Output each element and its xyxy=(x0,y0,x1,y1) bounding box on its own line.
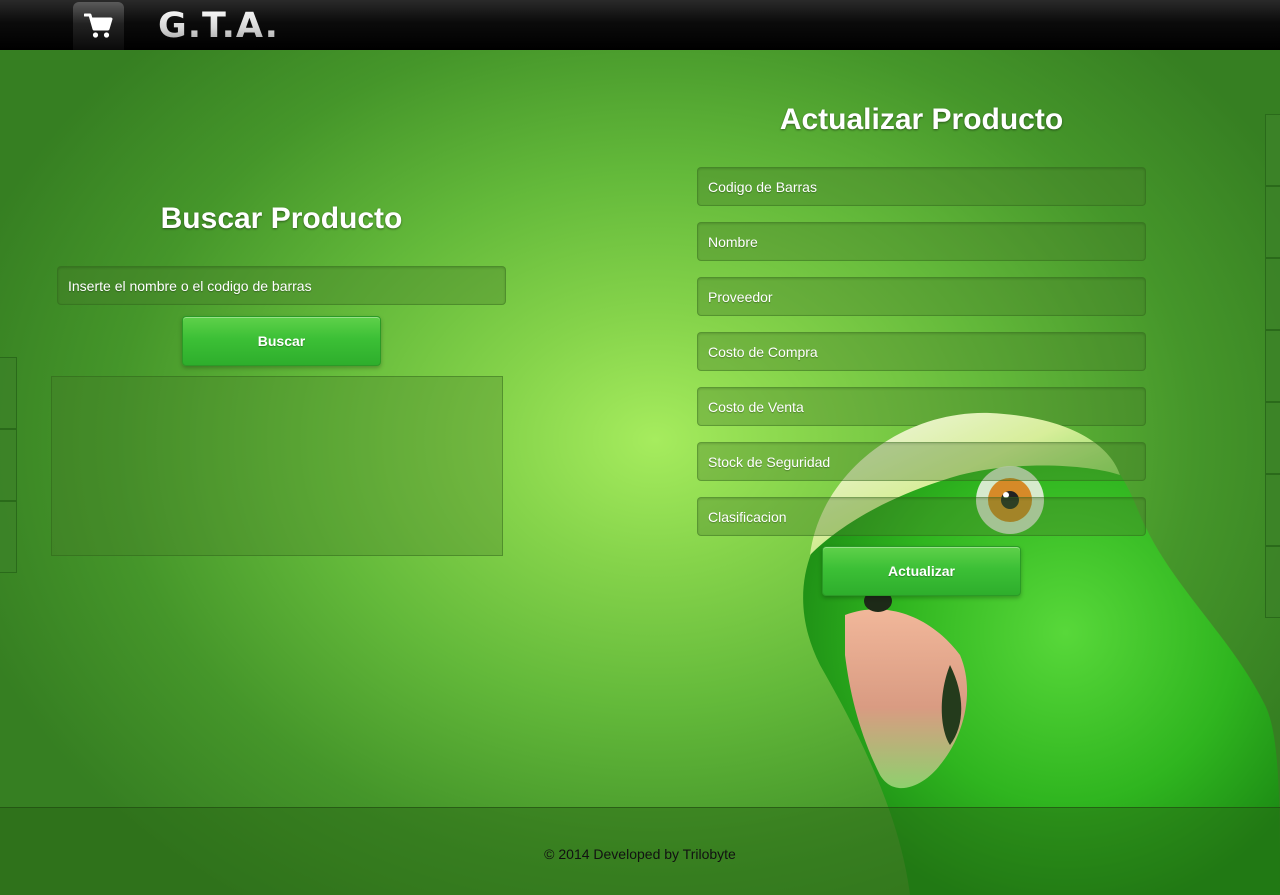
left-side-tab[interactable] xyxy=(0,429,17,501)
update-title: Actualizar Producto xyxy=(779,103,1064,136)
barcode-field[interactable]: Codigo de Barras xyxy=(697,167,1146,206)
shopping-cart-icon xyxy=(83,13,112,38)
update-button[interactable]: Actualizar xyxy=(822,546,1021,596)
brand-logo[interactable]: G.T.A. xyxy=(158,6,279,46)
supplier-field[interactable]: Proveedor xyxy=(697,277,1146,316)
name-field[interactable]: Nombre xyxy=(697,222,1146,261)
footer: © 2014 Developed by Trilobyte xyxy=(0,807,1280,895)
search-title: Buscar Producto xyxy=(160,202,403,235)
purchase-cost-field[interactable]: Costo de Compra xyxy=(697,332,1146,371)
left-side-tabs xyxy=(0,357,17,573)
right-side-tab[interactable] xyxy=(1265,186,1280,258)
safety-stock-field[interactable]: Stock de Seguridad xyxy=(697,442,1146,481)
cart-button[interactable] xyxy=(73,2,124,50)
search-input[interactable]: Inserte el nombre o el codigo de barras xyxy=(57,266,506,305)
left-side-tab[interactable] xyxy=(0,501,17,573)
right-side-tab[interactable] xyxy=(1265,330,1280,402)
right-side-tab[interactable] xyxy=(1265,258,1280,330)
classification-field[interactable]: Clasificacion xyxy=(697,497,1146,536)
top-navbar: G.T.A. xyxy=(0,0,1280,50)
footer-text: © 2014 Developed by Trilobyte xyxy=(544,845,736,862)
search-results-box xyxy=(51,376,503,556)
right-side-tab[interactable] xyxy=(1265,114,1280,186)
left-side-tab[interactable] xyxy=(0,357,17,429)
search-button[interactable]: Buscar xyxy=(182,316,381,366)
